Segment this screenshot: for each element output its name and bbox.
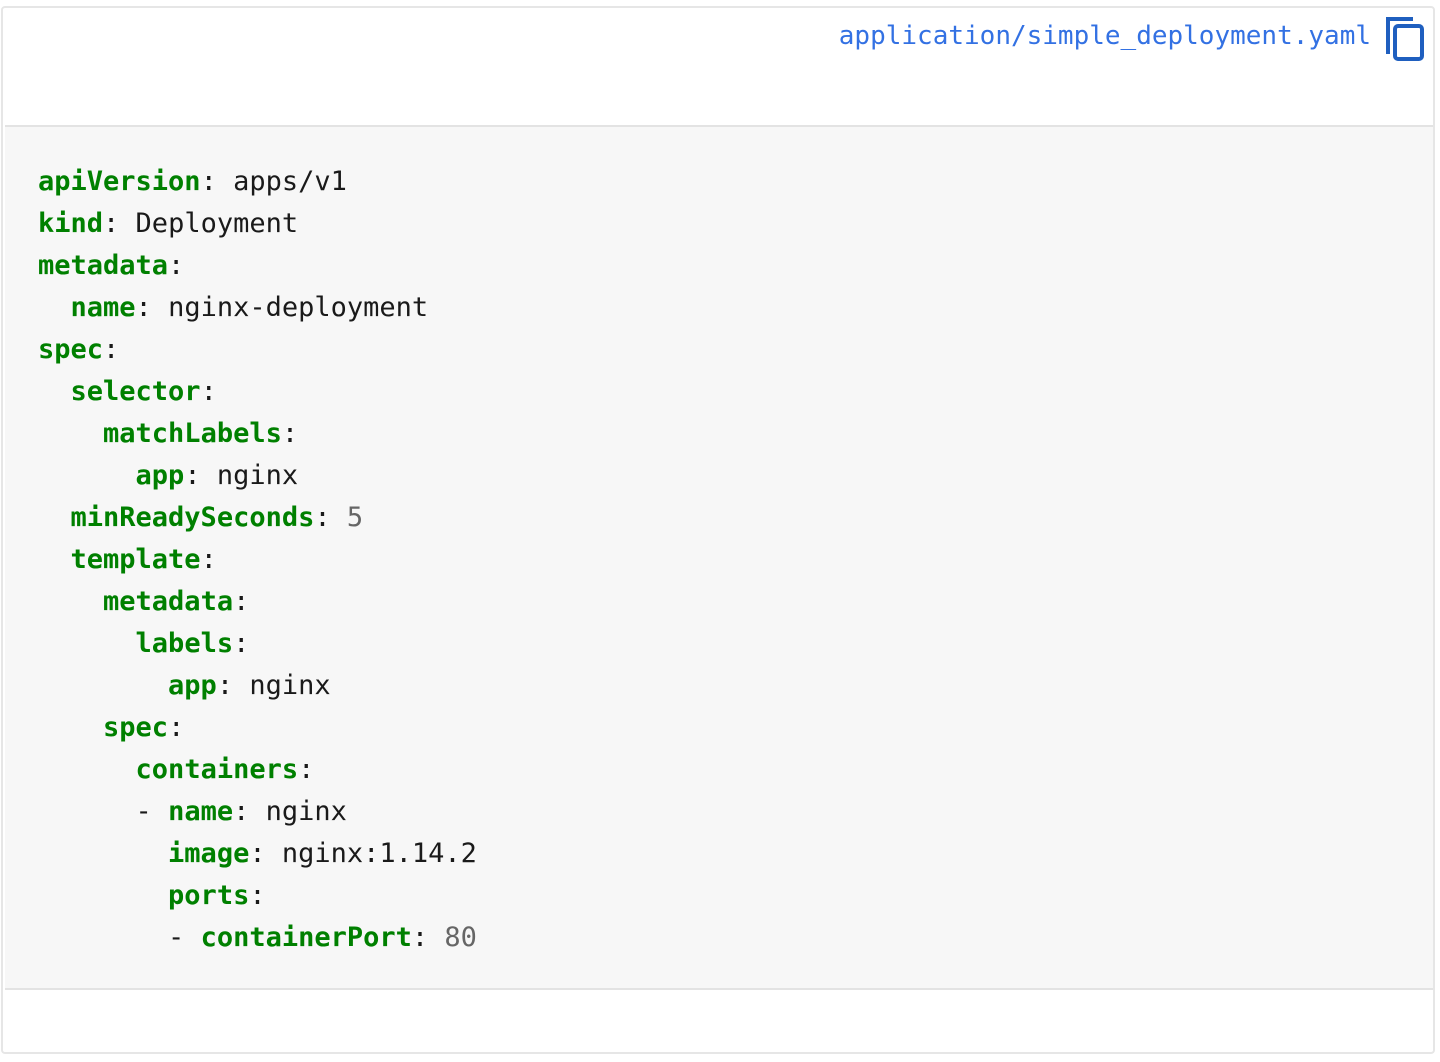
code-line: metadata: [38,581,1433,623]
code-key: minReadySeconds [70,502,315,533]
code-key: matchLabels [103,418,282,449]
code-separator: : [103,208,120,239]
code-separator: : [233,628,250,659]
code-line: selector: [38,371,1433,413]
code-separator: : [281,418,299,449]
code-value: apps/v1 [216,166,347,197]
code-separator: : [249,880,266,911]
code-list-dash: - [168,922,201,953]
code-line: kind: Deployment [38,203,1433,245]
code-separator: : [135,292,152,323]
copy-button[interactable] [1385,16,1425,62]
code-separator: : [200,544,217,575]
code-key: spec [103,712,169,743]
code-separator: : [233,796,250,827]
code-line: app: nginx [38,455,1433,497]
code-key: containerPort [200,922,412,953]
code-key: metadata [103,586,234,617]
code-value: 80 [428,922,477,953]
code-key: apiVersion [38,166,201,197]
code-key: spec [38,334,104,365]
code-value: nginx [249,796,347,827]
code-key: name [70,292,136,323]
code-line: apiVersion: apps/v1 [38,161,1433,203]
code-line: image: nginx:1.14.2 [38,833,1433,875]
code-value: Deployment [119,208,299,239]
code-key: ports [168,880,250,911]
code-separator: : [249,838,266,869]
code-line: name: nginx-deployment [38,287,1433,329]
file-header: application/simple_deployment.yaml [839,16,1425,68]
code-line: minReadySeconds: 5 [38,497,1433,539]
code-key: name [168,796,234,827]
code-value: nginx [200,460,299,491]
code-line: containers: [38,749,1433,791]
code-line: template: [38,539,1433,581]
code-line: - name: nginx [38,791,1433,833]
code-value: nginx [233,670,331,701]
code-separator: : [184,460,201,491]
code-separator: : [216,670,234,701]
code-value: nginx:1.14.2 [265,838,477,869]
code-line: spec: [38,707,1433,749]
code-list-dash: - [135,796,169,827]
code-separator: : [411,922,429,953]
code-separator: : [103,334,120,365]
code-line: ports: [38,875,1433,917]
code-key: app [168,670,217,701]
file-path-link[interactable]: application/simple_deployment.yaml [839,16,1371,56]
code-key: kind [38,208,104,239]
code-separator: : [233,586,250,617]
code-key: app [135,460,185,491]
code-line: labels: [38,623,1433,665]
code-line: metadata: [38,245,1433,287]
code-sample-frame: application/simple_deployment.yaml apiVe… [1,6,1435,1054]
code-value: nginx-deployment [151,292,429,323]
code-separator: : [168,250,185,281]
code-line: - containerPort: 80 [38,917,1433,959]
code-line: matchLabels: [38,413,1433,455]
code-key: template [70,544,201,575]
code-separator: : [298,754,315,785]
code-separator: : [200,166,217,197]
code-key: metadata [38,250,169,281]
code-line: app: nginx [38,665,1433,707]
code-value: 5 [330,502,364,533]
code-key: containers [135,754,299,785]
code-key: labels [135,628,234,659]
code-separator: : [200,376,217,407]
code-block: apiVersion: apps/v1 kind: Deployment metad… [5,125,1433,990]
code-line: spec: [38,329,1433,371]
code-separator: : [314,502,331,533]
code-separator: : [168,712,185,743]
code-key: selector [70,376,201,407]
copy-icon [1386,17,1424,61]
code-key: image [168,838,250,869]
